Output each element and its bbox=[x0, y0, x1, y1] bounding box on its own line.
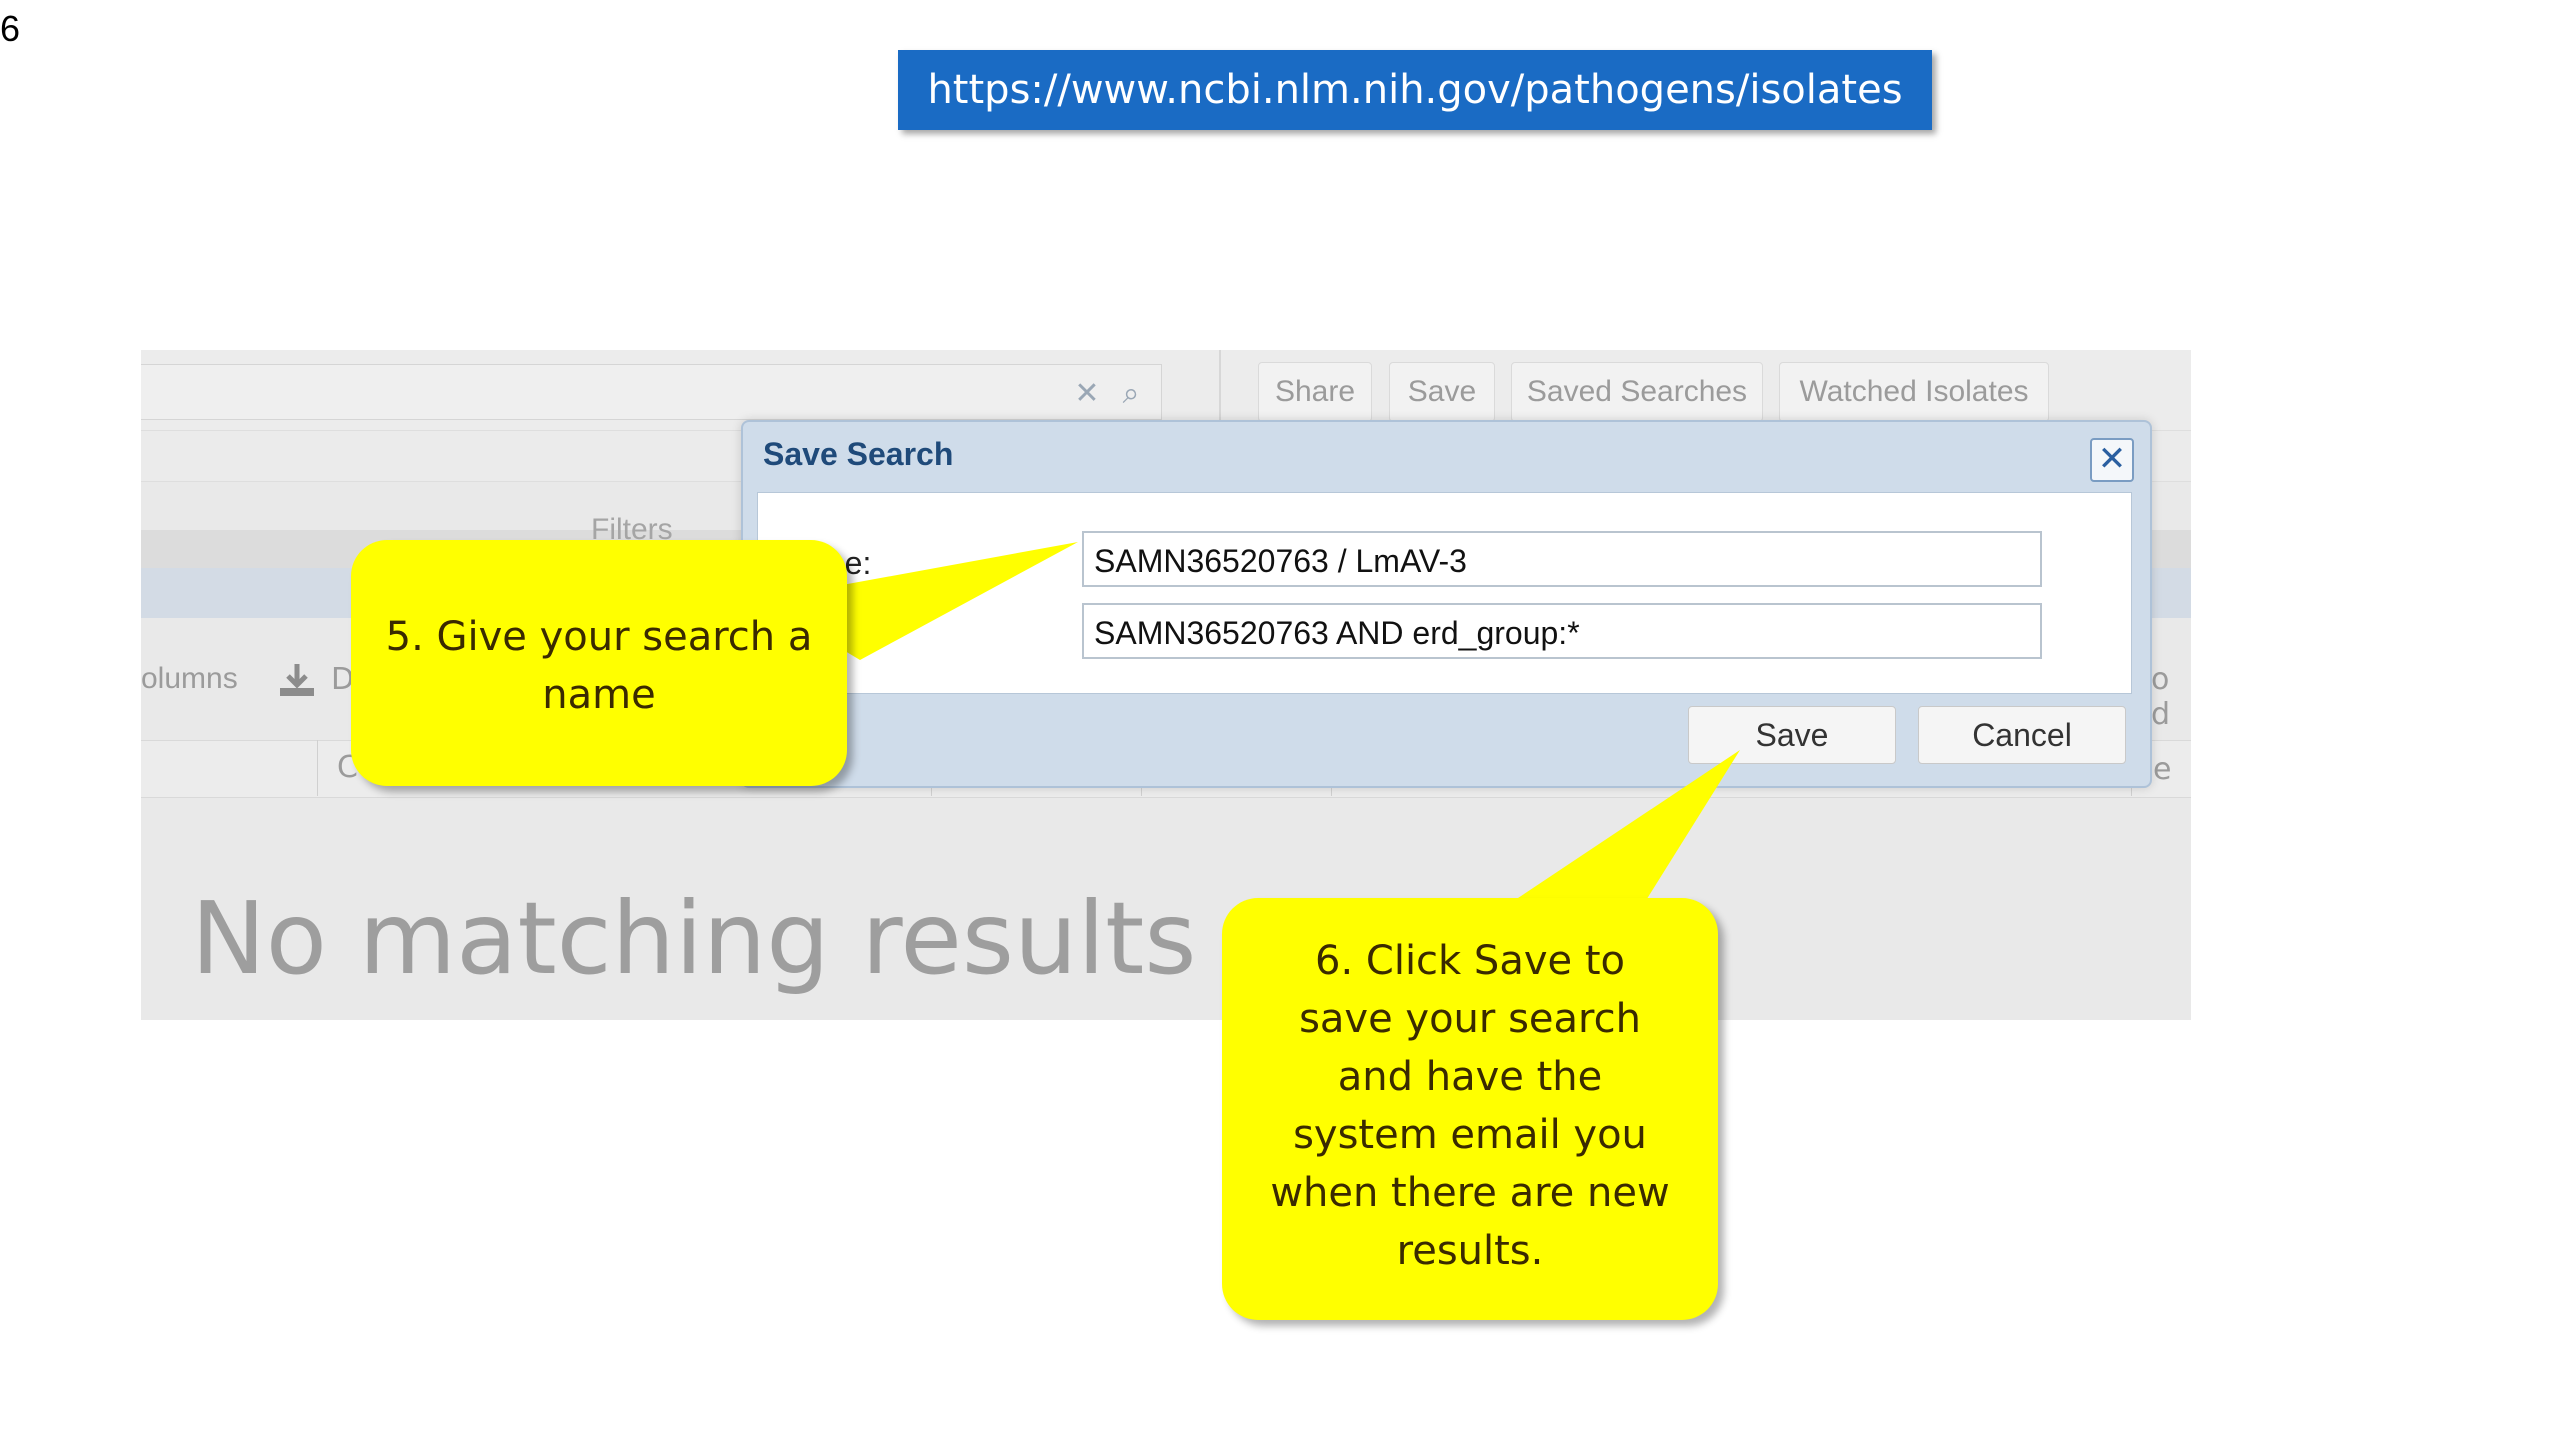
cancel-button[interactable]: Cancel bbox=[1918, 706, 2126, 764]
search-input[interactable] bbox=[141, 364, 1162, 420]
search-query-field[interactable]: SAMN36520763 AND erd_group:* bbox=[1082, 603, 2042, 659]
dialog-body: me: SAMN36520763 / LmAV-3 h: SAMN3652076… bbox=[757, 492, 2132, 694]
no-results-message: No matching results bbox=[191, 880, 1197, 997]
search-icon[interactable]: ⌕ bbox=[1113, 376, 1149, 412]
close-icon[interactable]: ✕ bbox=[2090, 438, 2134, 482]
callout-step-6: 6. Click Save to save your search and ha… bbox=[1222, 898, 1718, 1320]
dialog-title: Save Search bbox=[763, 436, 954, 472]
callout-step-5: 5. Give your search a name bbox=[351, 540, 847, 786]
callout-step-5-text: 5. Give your search a name bbox=[385, 614, 813, 718]
right-toolbar-partial: o d bbox=[2151, 662, 2171, 732]
column-header[interactable]: e bbox=[2153, 752, 2171, 787]
toolbar-divider bbox=[1219, 350, 1221, 430]
save-button[interactable]: Save bbox=[1688, 706, 1896, 764]
name-field[interactable]: SAMN36520763 / LmAV-3 bbox=[1082, 531, 2042, 587]
share-button[interactable]: Share bbox=[1258, 362, 1372, 422]
column-divider bbox=[317, 740, 318, 796]
save-search-dialog: Save Search ✕ me: SAMN36520763 / LmAV-3 … bbox=[741, 420, 2152, 788]
columns-button[interactable]: olumns bbox=[141, 662, 238, 696]
download-icon[interactable] bbox=[277, 660, 317, 700]
saved-searches-button[interactable]: Saved Searches bbox=[1511, 362, 1763, 422]
slide-number: 6 bbox=[0, 8, 21, 49]
callout-step-6-text: 6. Click Save to save your search and ha… bbox=[1270, 938, 1670, 1274]
watched-isolates-button[interactable]: Watched Isolates bbox=[1779, 362, 2049, 422]
clear-icon[interactable]: ✕ bbox=[1069, 376, 1105, 412]
toolbar-save-button[interactable]: Save bbox=[1389, 362, 1495, 422]
url-banner: https://www.ncbi.nlm.nih.gov/pathogens/i… bbox=[898, 50, 1932, 130]
